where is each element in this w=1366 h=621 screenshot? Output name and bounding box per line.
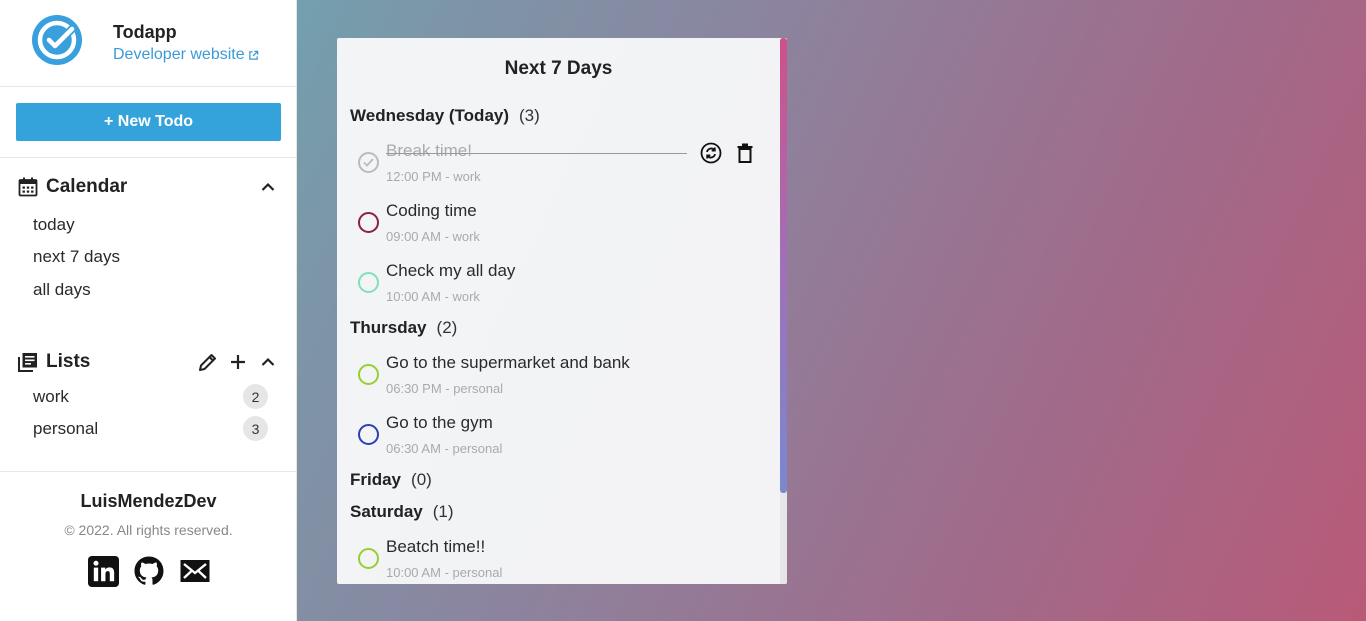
calendar-title: Calendar [46,176,128,197]
todo-meta: 10:00 AM - personal [386,565,503,580]
sidebar-footer: LuisMendezDev © 2022. All rights reserve… [0,471,297,621]
todo-checkbox[interactable] [358,424,379,445]
calendar-link-all-days[interactable]: all days [33,280,91,300]
github-link[interactable] [133,555,165,587]
day-header-thursday: Thursday (2) [350,318,457,338]
list-count-badge: 2 [243,384,268,409]
calendar-link-next-7-days[interactable]: next 7 days [33,247,120,267]
todo-item[interactable]: Go to the gym 06:30 AM - personal [358,413,758,465]
github-icon [134,556,164,585]
calendar-icon [18,177,38,197]
lists-header: Lists [18,350,280,374]
todo-item[interactable]: Go to the supermarket and bank 06:30 PM … [358,353,758,405]
sidebar: Todapp Developer website + New Todo Cale… [0,0,297,621]
developer-website-label: Developer website [113,46,245,63]
day-name: Saturday [350,502,423,521]
list-count-badge: 3 [243,416,268,441]
todo-item[interactable]: Break time! 12:00 PM - work [358,141,758,193]
list-name: personal [33,418,99,438]
chevron-up-icon [261,357,275,366]
todo-title: Check my all day [386,261,516,280]
todo-restore-button[interactable] [699,141,723,165]
todo-delete-button[interactable] [733,141,757,165]
email-link[interactable] [179,555,211,587]
day-count: (3) [519,106,540,125]
todo-meta: 06:30 AM - personal [386,441,503,456]
todo-meta: 09:00 AM - work [386,229,480,244]
day-name: Thursday [350,318,427,337]
day-header-saturday: Saturday (1) [350,502,454,522]
linkedin-icon [87,555,119,587]
panel-scrollbar[interactable] [780,38,787,584]
app-name: Todapp [113,22,177,42]
app-logo-icon [32,15,82,65]
panel-title: Next 7 Days [504,58,613,79]
day-name: Wednesday (Today) [350,106,510,125]
list-name: work [33,386,69,406]
author-name: LuisMendezDev [80,491,217,511]
developer-website-link[interactable]: Developer website [113,46,259,64]
new-todo-button[interactable]: + New Todo [16,103,281,141]
checkmark-icon [363,158,374,167]
day-count: (2) [436,318,458,337]
todo-title: Coding time [386,201,477,220]
todo-checkbox[interactable] [358,548,379,569]
social-links [87,555,211,587]
email-icon [180,560,210,582]
todo-title: Beatch time!! [386,537,486,556]
chevron-up-icon [261,182,275,191]
lists-title: Lists [46,351,91,372]
todo-checkbox-done[interactable] [358,152,379,173]
sync-icon [700,142,722,164]
todo-title: Break time! [386,141,472,160]
external-link-icon [248,50,258,60]
strikethrough-line [386,153,687,154]
todo-item[interactable]: Coding time 09:00 AM - work [358,201,758,253]
todo-title: Go to the supermarket and bank [386,353,630,372]
todo-panel: Next 7 Days Wednesday (Today) (3) Break … [337,38,787,584]
day-count: (1) [432,502,454,521]
list-item-work[interactable]: work 2 [33,384,268,409]
day-name: Friday [350,470,402,489]
plus-icon [231,355,245,369]
lists-collapse-button[interactable] [256,350,280,374]
todo-item[interactable]: Check my all day 10:00 AM - work [358,261,758,313]
list-item-personal[interactable]: personal 3 [33,416,268,441]
pencil-icon [199,354,216,371]
new-todo-section: + New Todo [0,87,296,158]
todo-checkbox[interactable] [358,272,379,293]
todo-checkbox[interactable] [358,212,379,233]
trash-icon [737,143,753,163]
todo-meta: 10:00 AM - work [386,289,480,304]
todo-meta: 12:00 PM - work [386,169,481,184]
todo-meta: 06:30 PM - personal [386,381,504,396]
add-list-button[interactable] [226,350,250,374]
calendar-link-today[interactable]: today [33,215,75,235]
calendar-header: Calendar [18,175,280,199]
todo-actions [699,141,757,165]
day-header-friday: Friday (0) [350,470,432,490]
day-count: (0) [411,470,432,489]
copyright-text: © 2022. All rights reserved. [64,522,233,538]
scrollbar-thumb[interactable] [780,38,787,493]
day-header-wednesday: Wednesday (Today) (3) [350,106,540,126]
edit-lists-button[interactable] [196,350,220,374]
todo-checkbox[interactable] [358,364,379,385]
todo-item[interactable]: Beatch time!! 10:00 AM - personal [358,537,758,584]
todo-title: Go to the gym [386,413,493,432]
lists-icon [18,353,37,372]
linkedin-link[interactable] [87,555,119,587]
calendar-collapse-button[interactable] [256,175,280,199]
brand-header: Todapp Developer website [0,0,296,87]
